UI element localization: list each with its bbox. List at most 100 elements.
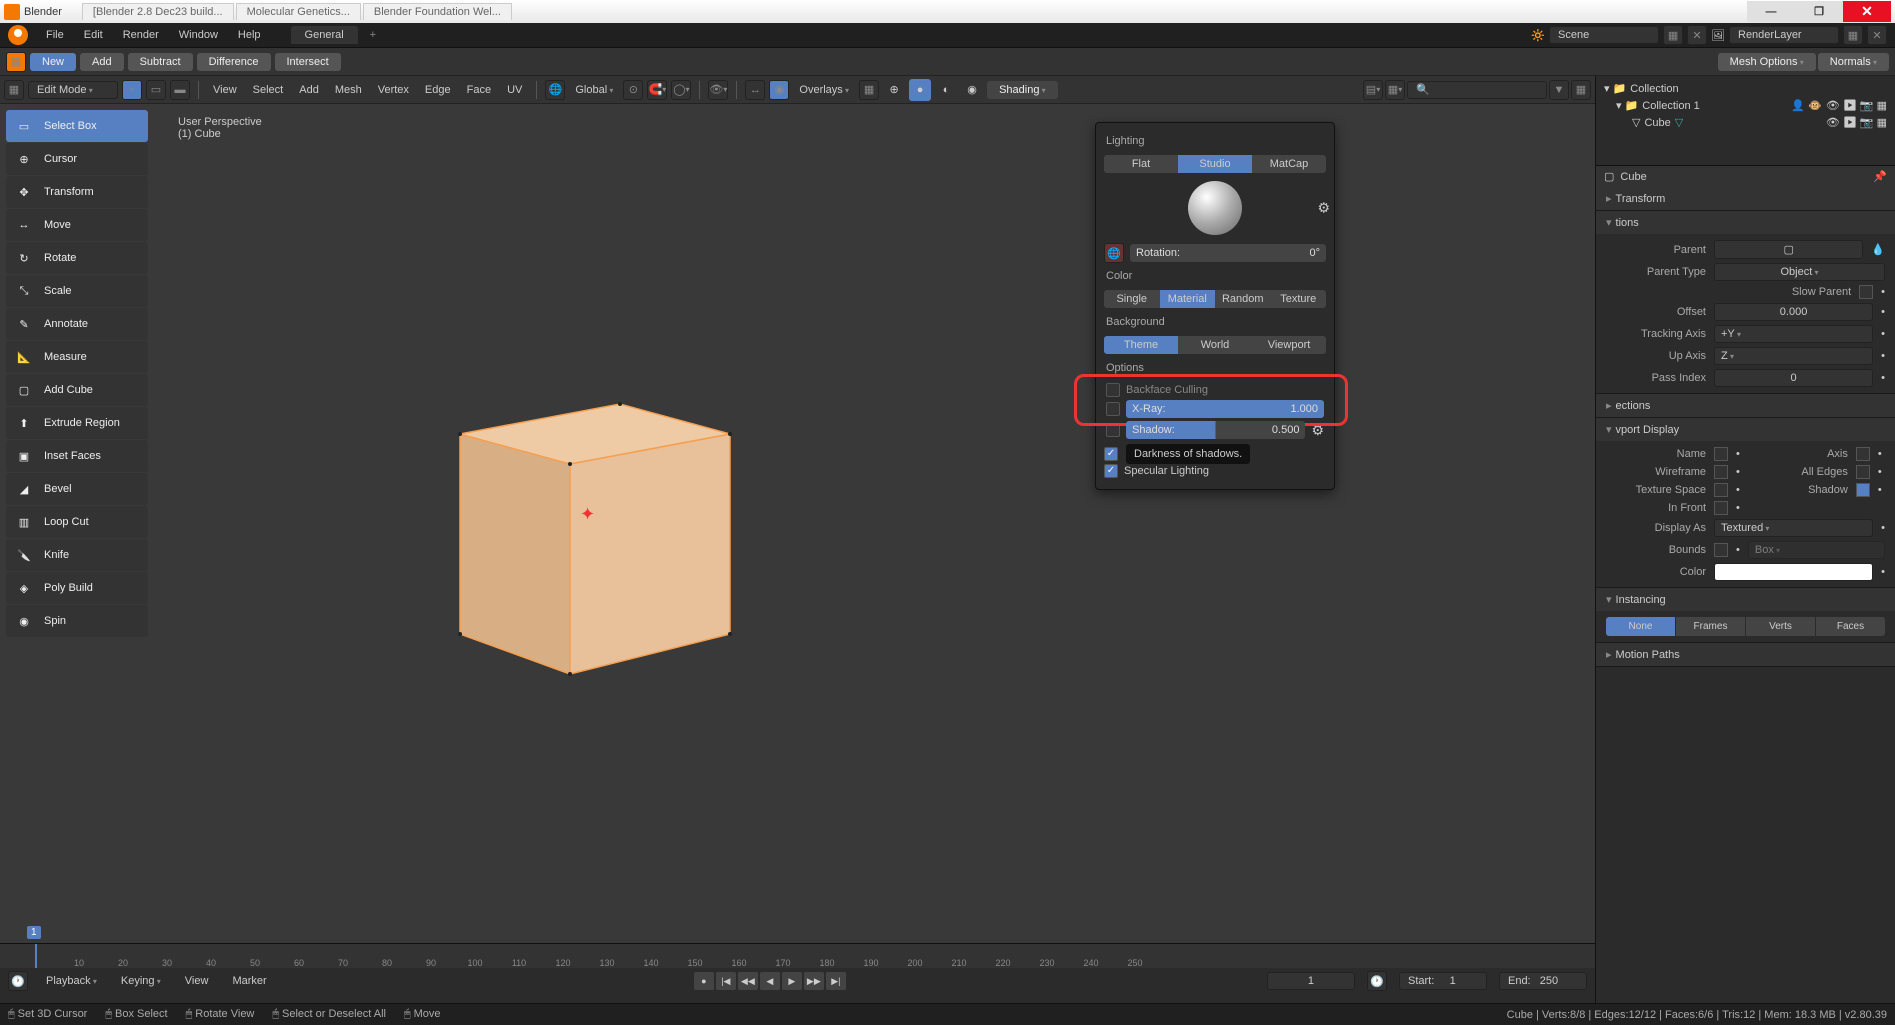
panel-viewport-display[interactable]: vport Display [1596,418,1895,441]
pin-icon[interactable]: 📌 [1873,170,1887,183]
tool-cursor[interactable]: ⊕Cursor [6,143,148,175]
browser-tab[interactable]: [Blender 2.8 Dec23 build... [82,3,234,20]
panel-transform[interactable]: Transform [1596,187,1895,210]
play-icon[interactable]: ▶ [782,972,802,990]
bool-subtract[interactable]: Subtract [128,53,193,71]
tool-transform[interactable]: ✥Transform [6,176,148,208]
jump-end-icon[interactable]: ▶| [826,972,846,990]
parent-field[interactable]: ▢ [1714,240,1863,259]
vp-uv[interactable]: UV [501,84,528,96]
timeline-marker[interactable]: Marker [226,975,272,987]
solid-shade-icon[interactable]: ● [909,79,931,101]
browser-tab[interactable]: Blender Foundation Wel... [363,3,512,20]
lighting-matcap[interactable]: MatCap [1252,155,1326,173]
mesh-options[interactable]: Mesh Options [1718,53,1816,71]
wireframe-shade-icon[interactable]: ⊕ [883,79,905,101]
search-input[interactable] [1407,81,1547,99]
lookdev-shade-icon[interactable]: ◐ [935,79,957,101]
keying-menu[interactable]: Keying [115,975,167,987]
instancing-faces[interactable]: Faces [1816,617,1885,636]
studiolight-preview[interactable] [1188,181,1242,235]
offset-field[interactable]: 0.000 [1714,303,1873,321]
menu-file[interactable]: File [36,29,74,41]
xray-toggle-icon[interactable]: ▦ [859,80,879,100]
tool-spin[interactable]: ◉Spin [6,605,148,637]
vd-name-cb[interactable] [1714,447,1728,461]
jump-start-icon[interactable]: |◀ [716,972,736,990]
outliner-collection[interactable]: ▾ 📁 Collection [1600,80,1891,97]
prev-keyframe-icon[interactable]: ◀◀ [738,972,758,990]
mode-select[interactable]: Edit Mode [28,81,118,99]
preview-range-icon[interactable]: 🕐 [1367,971,1387,991]
menu-window[interactable]: Window [169,29,228,41]
color-random[interactable]: Random [1215,290,1271,308]
instancing-frames[interactable]: Frames [1676,617,1745,636]
tool-extrude[interactable]: ⬆Extrude Region [6,407,148,439]
outliner-cube[interactable]: ▽ Cube ▽👁 ▶ 📷 ▦ [1600,114,1891,131]
start-frame[interactable]: Start: 1 [1399,972,1487,990]
next-keyframe-icon[interactable]: ▶▶ [804,972,824,990]
panel-collections[interactable]: ections [1596,394,1895,417]
vd-axis-cb[interactable] [1856,447,1870,461]
shadow-slider[interactable]: Shadow:0.500 [1126,421,1305,439]
panel-instancing[interactable]: Instancing [1596,588,1895,611]
filter-icon[interactable]: ▤ [1363,80,1383,100]
overlays-toggle-icon[interactable]: ◉ [769,80,789,100]
menu-edit[interactable]: Edit [74,29,113,41]
tool-bevel[interactable]: ◢Bevel [6,473,148,505]
scene-browse-icon[interactable]: ▦ [1663,25,1683,45]
specular-checkbox[interactable] [1104,464,1118,478]
tool-loopcut[interactable]: ▥Loop Cut [6,506,148,538]
tool-move[interactable]: ↔Move [6,209,148,241]
viewport-3d[interactable]: ▭Select Box ⊕Cursor ✥Transform ↔Move ↻Ro… [0,104,1595,943]
browser-tab[interactable]: Molecular Genetics... [236,3,361,20]
bounds-type-field[interactable]: Box [1748,541,1885,559]
tool-annotate[interactable]: ✎Annotate [6,308,148,340]
cavity-checkbox[interactable] [1104,447,1118,461]
bg-world[interactable]: World [1178,336,1252,354]
end-frame[interactable]: End: 250 [1499,972,1587,990]
gizmo-icon[interactable]: ↔ [745,80,765,100]
tracking-axis-field[interactable]: +Y [1714,325,1873,343]
renderlayer-field[interactable] [1729,26,1839,44]
vp-edge[interactable]: Edge [419,84,457,96]
world-rotation-icon[interactable]: 🌐 [1104,243,1124,263]
tool-rotate[interactable]: ↻Rotate [6,242,148,274]
vp-mesh[interactable]: Mesh [329,84,368,96]
vp-vertex[interactable]: Vertex [372,84,415,96]
display-icon[interactable]: ▦ [1385,80,1405,100]
bool-difference[interactable]: Difference [197,53,271,71]
snap-icon[interactable]: 🧲 [647,80,667,100]
normals[interactable]: Normals [1818,53,1889,71]
playback-menu[interactable]: Playback [40,975,103,987]
proportional-icon[interactable]: ◯ [671,80,691,100]
instancing-none[interactable]: None [1606,617,1675,636]
layer-browse-icon[interactable]: ▦ [1843,25,1863,45]
bounds-cb[interactable] [1714,543,1728,557]
bg-viewport[interactable]: Viewport [1252,336,1326,354]
display-as-field[interactable]: Textured [1714,519,1873,537]
editor-type-icon[interactable]: ▦ [4,80,24,100]
vd-shadow-cb[interactable] [1856,483,1870,497]
workspace-general[interactable]: General [291,26,358,44]
outliner-collection1[interactable]: ▾ 📁 Collection 1 👤 🐵 👁 ▶ 📷 ▦ [1600,97,1891,114]
shading-dropdown[interactable]: Shading [987,81,1058,99]
color-single[interactable]: Single [1104,290,1160,308]
timeline-ruler[interactable]: 1020304050607080901001101201301401501601… [0,944,1595,968]
bg-theme[interactable]: Theme [1104,336,1178,354]
vp-face[interactable]: Face [461,84,497,96]
rotation-slider[interactable]: Rotation:0° [1130,244,1326,262]
pivot-icon[interactable]: ⊙ [623,80,643,100]
menu-render[interactable]: Render [113,29,169,41]
vd-alledges-cb[interactable] [1856,465,1870,479]
parent-type-field[interactable]: Object [1714,263,1885,281]
window-minimize[interactable]: — [1747,1,1795,22]
scene-close-icon[interactable]: ✕ [1687,25,1707,45]
filter-funnel-icon[interactable]: ▼ [1549,80,1569,100]
window-maximize[interactable]: ❐ [1795,1,1843,22]
orientation[interactable]: Global [569,84,619,96]
tool-polybuild[interactable]: ◈Poly Build [6,572,148,604]
visibility-icon[interactable]: 👁 [708,80,728,100]
timeline-editor-icon[interactable]: 🕐 [8,971,28,991]
bool-new[interactable]: New [30,53,76,71]
